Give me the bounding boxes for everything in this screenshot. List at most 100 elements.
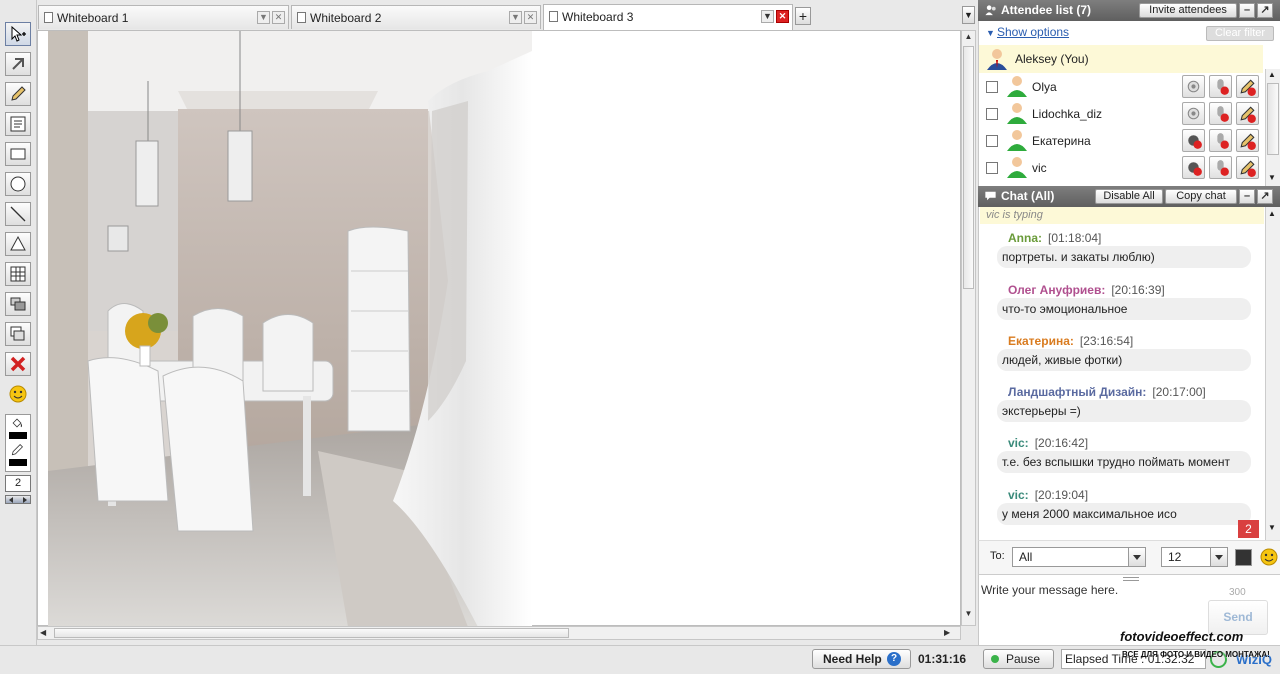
tab-whiteboard-3[interactable]: Whiteboard 3 ▼ ✕ (543, 4, 793, 30)
scroll-thumb[interactable] (54, 628, 569, 638)
scroll-up-icon[interactable]: ▲ (1268, 209, 1276, 218)
scroll-down-icon[interactable]: ▼ (1268, 173, 1276, 182)
message-text: экстерьеры =) (997, 400, 1251, 422)
add-tab-button[interactable]: + (795, 7, 811, 25)
disable-all-button[interactable]: Disable All (1095, 189, 1163, 204)
attendee-checkbox[interactable] (986, 162, 998, 174)
mic-disabled-icon[interactable] (1209, 102, 1232, 125)
resize-grip-icon[interactable] (1123, 577, 1139, 581)
emoticon-icon[interactable] (1260, 548, 1278, 566)
attendee-row-me[interactable]: Aleksey (You) (979, 45, 1263, 73)
popout-icon[interactable]: ↗ (1257, 3, 1273, 18)
stroke-icon (11, 444, 23, 456)
whiteboard-canvas[interactable] (37, 30, 961, 627)
font-size-select[interactable]: 12 (1161, 547, 1228, 567)
color-picker[interactable] (5, 414, 31, 472)
stroke-color-swatch[interactable] (9, 459, 27, 466)
copy-tool[interactable] (5, 322, 31, 346)
webcam-disabled-icon[interactable] (1182, 129, 1205, 152)
mic-disabled-icon[interactable] (1209, 129, 1232, 152)
chat-scrollbar[interactable]: ▲ ▼ (1265, 207, 1280, 540)
draw-disabled-icon[interactable] (1236, 75, 1259, 98)
attendee-name: Lidochka_diz (1032, 107, 1103, 121)
draw-disabled-icon[interactable] (1236, 156, 1259, 179)
clear-filter-button[interactable]: Clear filter (1206, 26, 1274, 41)
attendee-list: ▼ Show options Clear filter Aleksey (You… (978, 21, 1280, 186)
message-time: [20:16:42] (1034, 436, 1089, 450)
tab-whiteboard-2[interactable]: Whiteboard 2 ▼ ✕ (291, 5, 541, 29)
scroll-thumb[interactable] (963, 46, 974, 289)
webcam-toggle-icon[interactable] (1182, 75, 1205, 98)
attendee-avatar-icon (1007, 157, 1027, 178)
draw-disabled-icon[interactable] (1236, 102, 1259, 125)
tab-menu-icon[interactable]: ▼ (761, 10, 774, 23)
attendee-checkbox[interactable] (986, 81, 998, 93)
table-tool[interactable] (5, 262, 31, 286)
copy-chat-button[interactable]: Copy chat (1165, 189, 1237, 204)
recipient-select[interactable]: All (1012, 547, 1146, 567)
circle-tool[interactable] (5, 172, 31, 196)
circle-icon (10, 176, 26, 192)
scroll-thumb[interactable] (1267, 83, 1279, 155)
scroll-down-icon[interactable]: ▼ (1268, 523, 1276, 532)
text-color-swatch[interactable] (1235, 549, 1252, 566)
tab-close-icon[interactable]: ✕ (524, 11, 537, 24)
mic-disabled-icon[interactable] (1209, 156, 1232, 179)
invite-attendees-button[interactable]: Invite attendees (1139, 3, 1237, 18)
unread-badge[interactable]: 2 (1238, 520, 1259, 538)
tabs-dropdown-icon[interactable]: ▼ (962, 6, 975, 24)
pause-button[interactable]: Pause (983, 649, 1054, 669)
attendee-checkbox[interactable] (986, 135, 998, 147)
text-tool[interactable] (5, 112, 31, 136)
message-time: [23:16:54] (1079, 334, 1134, 348)
pointer-tool[interactable] (5, 52, 31, 76)
scroll-up-icon[interactable]: ▲ (963, 32, 974, 44)
minimize-icon[interactable]: – (1239, 189, 1255, 204)
attendee-name: vic (1032, 161, 1047, 175)
tab-menu-icon[interactable]: ▼ (509, 11, 522, 24)
layers-tool[interactable] (5, 292, 31, 316)
attendee-avatar-icon (1007, 76, 1027, 97)
triangle-tool[interactable] (5, 232, 31, 256)
attendee-checkbox[interactable] (986, 108, 998, 120)
show-options-link[interactable]: Show options (997, 25, 1069, 39)
attendee-row[interactable]: Lidochka_diz (979, 100, 1263, 127)
webcam-disabled-icon[interactable] (1182, 156, 1205, 179)
webcam-toggle-icon[interactable] (1182, 102, 1205, 125)
tab-close-icon[interactable]: ✕ (272, 11, 285, 24)
move-tool[interactable] (5, 22, 31, 46)
canvas-horizontal-scrollbar[interactable]: ◀ ▶ (37, 626, 961, 640)
attendee-row[interactable]: Екатерина (979, 127, 1263, 154)
scroll-up-icon[interactable]: ▲ (1268, 70, 1276, 79)
canvas-vertical-scrollbar[interactable]: ▲ ▼ (961, 30, 976, 626)
attendee-row[interactable]: Olya (979, 73, 1263, 100)
attendee-row[interactable]: vic (979, 154, 1263, 181)
smiley-tool[interactable] (5, 382, 31, 406)
fill-color-swatch[interactable] (9, 432, 27, 439)
attendee-name: Aleksey (You) (1015, 52, 1089, 66)
delete-tool[interactable] (5, 352, 31, 376)
line-width-stepper[interactable] (5, 495, 31, 504)
popout-icon[interactable]: ↗ (1257, 189, 1273, 204)
draw-disabled-icon[interactable] (1236, 129, 1259, 152)
pencil-tool[interactable] (5, 82, 31, 106)
attendee-scrollbar[interactable]: ▲ ▼ (1265, 69, 1280, 186)
need-help-button[interactable]: Need Help ? (812, 649, 911, 669)
rectangle-tool[interactable] (5, 142, 31, 166)
scroll-left-icon[interactable]: ◀ (40, 627, 50, 639)
watermark-subtitle: ВСЕ ДЛЯ ФОТО И ВИДЕО МОНТАЖА! (1122, 650, 1270, 659)
show-options-arrow-icon: ▼ (986, 28, 995, 38)
scroll-down-icon[interactable]: ▼ (963, 609, 974, 621)
tab-menu-icon[interactable]: ▼ (257, 11, 270, 24)
tab-close-icon[interactable]: ✕ (776, 10, 789, 23)
line-tool[interactable] (5, 202, 31, 226)
scroll-right-icon[interactable]: ▶ (944, 627, 954, 639)
table-icon (10, 266, 26, 282)
minimize-icon[interactable]: – (1239, 3, 1255, 18)
line-width-box[interactable]: 2 (5, 475, 31, 492)
session-timer: 01:31:16 (918, 652, 967, 666)
tab-whiteboard-1[interactable]: Whiteboard 1 ▼ ✕ (38, 5, 289, 29)
mic-disabled-icon[interactable] (1209, 75, 1232, 98)
pointer-icon (12, 58, 24, 70)
message-input[interactable]: Write your message here. (981, 583, 1206, 603)
